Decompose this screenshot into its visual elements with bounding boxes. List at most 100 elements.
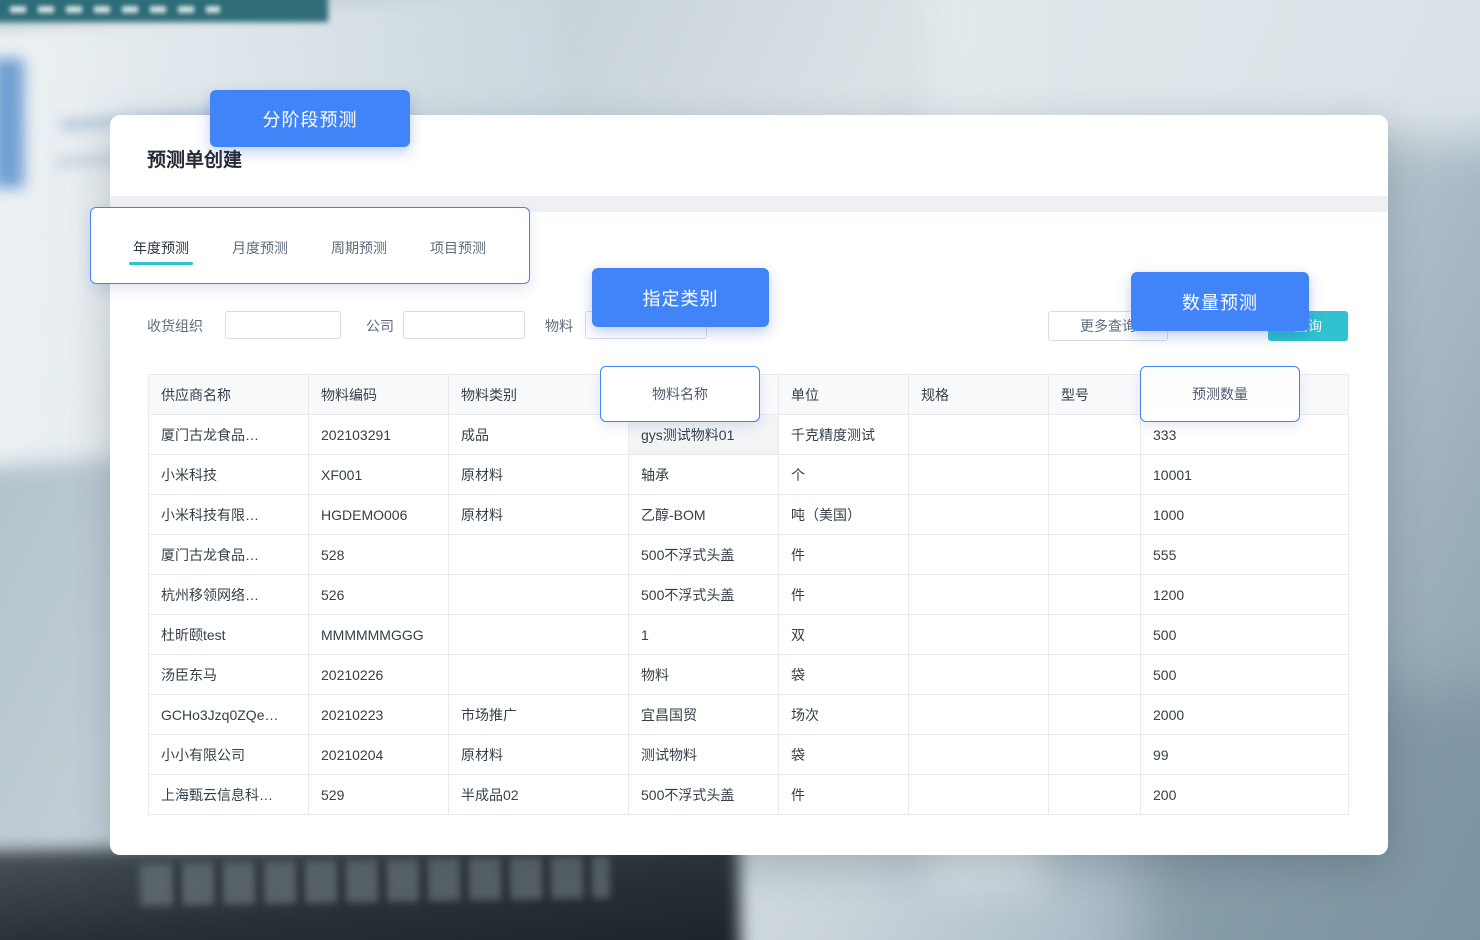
table-cell: 1 xyxy=(629,615,779,655)
table-cell: 20210226 xyxy=(309,655,449,695)
table-cell xyxy=(1049,775,1141,815)
table-cell: 小米科技有限… xyxy=(149,495,309,535)
table-cell xyxy=(1049,655,1141,695)
material-label: 物料 xyxy=(545,311,573,341)
table-row[interactable]: 厦门古龙食品…528500不浮式头盖件555 xyxy=(149,535,1349,575)
table-cell: 个 xyxy=(779,455,909,495)
table-row[interactable]: 小小有限公司20210204原材料测试物料袋99 xyxy=(149,735,1349,775)
table-row[interactable]: GCHo3Jzq0ZQe…20210223市场推广宜昌国贸场次2000 xyxy=(149,695,1349,735)
table-cell xyxy=(909,415,1049,455)
table-cell: 500不浮式头盖 xyxy=(629,575,779,615)
table-body: 厦门古龙食品…202103291成品gys测试物料01千克精度测试333小米科技… xyxy=(149,415,1349,815)
table-cell: 202103291 xyxy=(309,415,449,455)
tab-project-forecast[interactable]: 项目预测 xyxy=(426,238,490,262)
table-cell: 1200 xyxy=(1141,575,1349,615)
table-cell xyxy=(909,455,1049,495)
table-cell: 双 xyxy=(779,615,909,655)
table-cell xyxy=(1049,535,1141,575)
background-keyboard-keys-blur xyxy=(140,856,611,906)
table-cell: 原材料 xyxy=(449,735,629,775)
table-row[interactable]: 杜昕颐testMMMMMMGGG 1双 500 xyxy=(149,615,1349,655)
table-cell: 汤臣东马 xyxy=(149,655,309,695)
table-cell: XF001 xyxy=(309,455,449,495)
table-cell: 500 xyxy=(1141,615,1349,655)
table-cell: 乙醇-BOM xyxy=(629,495,779,535)
table-cell: 528 xyxy=(309,535,449,575)
table-cell: 2000 xyxy=(1141,695,1349,735)
table-cell: 件 xyxy=(779,775,909,815)
column-header-material-code: 物料编码 xyxy=(309,375,449,415)
table-cell xyxy=(1049,495,1141,535)
table-cell xyxy=(449,535,629,575)
table-cell: 500不浮式头盖 xyxy=(629,775,779,815)
table-cell: MMMMMMGGG xyxy=(309,615,449,655)
background-menubar-text-blur xyxy=(10,6,220,13)
table-cell: 厦门古龙食品… xyxy=(149,535,309,575)
table-cell: 20210204 xyxy=(309,735,449,775)
forecast-table: 供应商名称 物料编码 物料类别 物料名称 单位 规格 型号 预测数量 厦门古龙食… xyxy=(148,374,1348,815)
table-cell xyxy=(1049,695,1141,735)
forecast-qty-header-highlight: 预测数量 xyxy=(1140,366,1300,422)
table-cell: 杭州移领网络… xyxy=(149,575,309,615)
table-cell xyxy=(449,615,629,655)
table-cell: 吨（美国） xyxy=(779,495,909,535)
table-cell xyxy=(909,575,1049,615)
table-cell: 市场推广 xyxy=(449,695,629,735)
receiving-org-label: 收货组织 xyxy=(147,311,203,341)
forecast-tabs: 年度预测 月度预测 周期预测 项目预测 xyxy=(129,238,490,262)
table-cell: 半成品02 xyxy=(449,775,629,815)
annotation-specify-category: 指定类别 xyxy=(592,268,769,327)
table-cell: 原材料 xyxy=(449,495,629,535)
page-title: 预测单创建 xyxy=(147,145,242,172)
column-header-model: 型号 xyxy=(1049,375,1141,415)
table-row[interactable]: 上海甄云信息科…529半成品02500不浮式头盖件 200 xyxy=(149,775,1349,815)
material-name-header-highlight: 物料名称 xyxy=(600,366,760,422)
table-cell xyxy=(909,735,1049,775)
table-cell: 529 xyxy=(309,775,449,815)
table-cell: 原材料 xyxy=(449,455,629,495)
table-row[interactable]: 汤臣东马20210226物料袋500 xyxy=(149,655,1349,695)
table-row[interactable]: 小米科技XF001原材料轴承个 10001 xyxy=(149,455,1349,495)
table-cell: 上海甄云信息科… xyxy=(149,775,309,815)
table-row[interactable]: 杭州移领网络…526500不浮式头盖件1200 xyxy=(149,575,1349,615)
table-cell: 轴承 xyxy=(629,455,779,495)
table-cell xyxy=(909,775,1049,815)
table-cell: GCHo3Jzq0ZQe… xyxy=(149,695,309,735)
table-cell: 杜昕颐test xyxy=(149,615,309,655)
table-cell xyxy=(1049,575,1141,615)
table-row[interactable]: 小米科技有限…HGDEMO006原材料乙醇-BOM吨（美国） 1000 xyxy=(149,495,1349,535)
table-cell: 20210223 xyxy=(309,695,449,735)
table-cell: 袋 xyxy=(779,655,909,695)
table-cell: 千克精度测试 xyxy=(779,415,909,455)
column-header-unit: 单位 xyxy=(779,375,909,415)
table-cell: 小小有限公司 xyxy=(149,735,309,775)
tab-annual-forecast[interactable]: 年度预测 xyxy=(129,238,193,262)
forecast-tabs-highlight-box: 年度预测 月度预测 周期预测 项目预测 xyxy=(90,207,530,284)
table-cell: 200 xyxy=(1141,775,1349,815)
table-cell: 526 xyxy=(309,575,449,615)
table-cell: 99 xyxy=(1141,735,1349,775)
table-cell xyxy=(449,655,629,695)
table-cell: 袋 xyxy=(779,735,909,775)
table-cell: 10001 xyxy=(1141,455,1349,495)
table-cell xyxy=(909,495,1049,535)
company-label: 公司 xyxy=(366,311,394,341)
table-cell xyxy=(909,695,1049,735)
table-cell: 1000 xyxy=(1141,495,1349,535)
annotation-phased-forecast: 分阶段预测 xyxy=(210,90,410,147)
tab-monthly-forecast[interactable]: 月度预测 xyxy=(228,238,292,262)
table-cell: HGDEMO006 xyxy=(309,495,449,535)
company-input[interactable] xyxy=(403,311,525,339)
table-cell: 小米科技 xyxy=(149,455,309,495)
table-cell xyxy=(1049,415,1141,455)
tab-period-forecast[interactable]: 周期预测 xyxy=(327,238,391,262)
table-cell xyxy=(1049,455,1141,495)
receiving-org-input[interactable] xyxy=(225,311,341,339)
background-blue-sidebar-blur xyxy=(0,58,24,188)
table-cell: 555 xyxy=(1141,535,1349,575)
table-cell: 宜昌国贸 xyxy=(629,695,779,735)
table-cell: 500 xyxy=(1141,655,1349,695)
app-screenshot: 预测单创建 收货组织 公司 物料 更多查询 查询 供应商名称 xyxy=(0,0,1480,940)
table-cell xyxy=(909,615,1049,655)
table-cell xyxy=(449,575,629,615)
